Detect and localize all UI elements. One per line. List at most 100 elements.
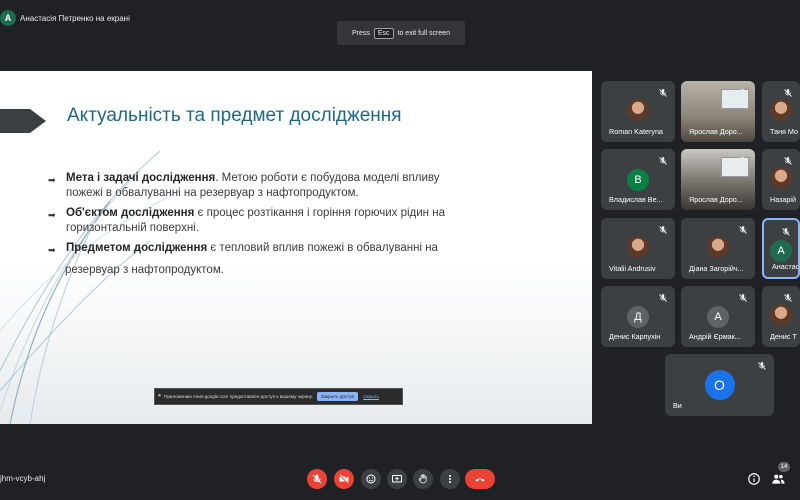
- participant-tile[interactable]: Діана Загорійч...: [681, 218, 755, 279]
- mic-muted-icon: [737, 223, 749, 235]
- mic-muted-icon: [737, 291, 749, 303]
- participant-name: Анастас: [772, 262, 800, 271]
- participant-tile[interactable]: Ярослав Доро...: [681, 81, 755, 142]
- mic-muted-icon: [657, 154, 669, 166]
- bullet-item: ➡ Предметом дослідження є тепловий вплив…: [48, 241, 488, 258]
- shared-slide: Актуальність та предмет дослідження ➡ Ме…: [0, 71, 592, 424]
- press-label: Press: [351, 29, 370, 37]
- bullet-text: є тепловий вплив пожежі в обвалуванні на: [207, 242, 438, 254]
- stop-sharing-button[interactable]: Закрыть доступ: [316, 392, 359, 401]
- present-screen-button[interactable]: [387, 469, 407, 489]
- leave-call-button[interactable]: [465, 469, 495, 489]
- mic-muted-icon: [657, 223, 669, 235]
- mic-muted-icon: [782, 291, 794, 303]
- more-vert-icon: [449, 475, 451, 483]
- participant-avatar: Д: [627, 306, 649, 328]
- emoji-button[interactable]: [361, 469, 381, 489]
- participant-tile[interactable]: Назарій: [762, 149, 800, 210]
- bullet-bold: Мета і задачі дослідження: [66, 172, 216, 184]
- participant-avatar: A: [707, 306, 729, 328]
- share-banner-text: Приложению meet.google.com предоставлен …: [164, 394, 313, 399]
- hang-up-icon: [475, 478, 485, 482]
- participant-avatar: [770, 167, 792, 189]
- more-options-button[interactable]: [440, 469, 460, 489]
- mic-muted-icon: [737, 154, 749, 166]
- emoji-icon: [366, 474, 376, 484]
- mic-muted-icon: [657, 86, 669, 98]
- bullet-arrow-icon: ➡: [48, 210, 56, 220]
- participant-name: Roman Kateryna: [609, 127, 663, 136]
- participant-tile[interactable]: A Андрій Єрмак...: [681, 286, 755, 347]
- participant-avatar: A: [770, 240, 792, 262]
- bullet-bold: Об'єктом дослідження: [66, 207, 195, 219]
- bullet-last-line: резервуар з нафтопродуктом.: [65, 264, 224, 276]
- participant-name: Владислав Ве...: [609, 195, 663, 204]
- participant-tile[interactable]: O Ви: [665, 354, 774, 416]
- mic-muted-icon: [780, 225, 792, 237]
- participant-name: Денис Т: [770, 332, 797, 341]
- bullet-text: є процес розтікання і горіння горючих рі…: [194, 207, 445, 219]
- slide-bullets: ➡ Мета і задачі дослідження. Метою робот…: [48, 171, 488, 278]
- meet-window: A Анастасія Петренко на екрані Press Esc…: [0, 0, 800, 500]
- hide-banner-link[interactable]: Скрыть: [363, 394, 379, 399]
- exit-fullscreen-notice: Press Esc to exit full screen: [337, 21, 465, 45]
- bullet-continuation: пожежі в обвалуванні на резервуар з нафт…: [66, 187, 359, 199]
- info-icon: [748, 473, 760, 485]
- mic-muted-icon: [782, 86, 794, 98]
- participants-button[interactable]: [770, 471, 786, 487]
- slide-title: Актуальність та предмет дослідження: [67, 105, 402, 126]
- presenter-bar: A Анастасія Петренко на екрані: [0, 8, 130, 28]
- participant-avatar: [770, 99, 792, 121]
- participant-avatar: [707, 236, 729, 258]
- participant-count-badge: 14: [778, 462, 790, 472]
- people-icon: [772, 474, 785, 484]
- participant-avatar: [627, 236, 649, 258]
- participant-avatar: [627, 99, 649, 121]
- bullet-arrow-icon: ➡: [48, 245, 56, 255]
- mic-muted-icon: [657, 291, 669, 303]
- participant-tile[interactable]: Vitalii Andrusiv: [601, 218, 675, 279]
- bullet-bold: Предметом дослідження: [66, 242, 208, 254]
- presenter-label: Анастасія Петренко на екрані: [20, 13, 130, 23]
- raise-hand-button[interactable]: [413, 469, 433, 489]
- participant-tile[interactable]: Roman Kateryna: [601, 81, 675, 142]
- presenter-avatar: A: [0, 10, 16, 26]
- participant-tile[interactable]: B Владислав Ве...: [601, 149, 675, 210]
- participant-avatar: O: [704, 370, 735, 400]
- participant-name: Назарій: [770, 195, 797, 204]
- participant-name: Ярослав Доро...: [689, 195, 743, 204]
- meeting-code: jhm-vcyb-ahj: [0, 474, 46, 483]
- mic-muted-icon: [756, 359, 768, 371]
- participant-tile[interactable]: A Анастас: [762, 218, 800, 279]
- raise-hand-icon: [418, 474, 427, 484]
- bullet-arrow-icon: ➡: [48, 175, 56, 185]
- participant-tile[interactable]: Д Денис Карпухін: [601, 286, 675, 347]
- meeting-info-button[interactable]: [746, 471, 762, 487]
- participant-name: Денис Карпухін: [609, 332, 661, 341]
- participant-avatar: B: [627, 169, 649, 191]
- participant-tile[interactable]: Денис Т: [762, 286, 800, 347]
- bullet-continuation: горизонтальній поверхні.: [66, 222, 199, 234]
- mic-off-icon: [312, 474, 322, 484]
- present-screen-icon: [392, 475, 402, 483]
- participant-avatar: [770, 304, 792, 326]
- screen-share-banner: ⏸ Приложению meet.google.com предоставле…: [154, 388, 403, 405]
- participant-name: Андрій Єрмак...: [689, 332, 741, 341]
- bullet-text: . Метою роботи є побудова моделі впливу: [215, 172, 440, 184]
- participant-name: Ви: [673, 401, 682, 410]
- participant-name: Таня Мо: [770, 127, 798, 136]
- camera-off-icon: [339, 474, 349, 484]
- mic-muted-icon: [782, 154, 794, 166]
- bullet-item: ➡ Об'єктом дослідження є процес розтікан…: [48, 206, 488, 236]
- bullet-item: ➡ Мета і задачі дослідження. Метою робот…: [48, 171, 488, 201]
- participant-name: Ярослав Доро...: [689, 127, 743, 136]
- participant-name: Vitalii Andrusiv: [609, 264, 656, 273]
- mic-muted-icon: [737, 86, 749, 98]
- participant-tile[interactable]: Таня Мо: [762, 81, 800, 142]
- mic-off-button[interactable]: [307, 469, 327, 489]
- participant-tile[interactable]: Ярослав Доро...: [681, 149, 755, 210]
- pause-icon: ⏸: [158, 393, 162, 399]
- participant-name: Діана Загорійч...: [689, 264, 744, 273]
- esc-key: Esc: [373, 27, 394, 39]
- camera-off-button[interactable]: [334, 469, 354, 489]
